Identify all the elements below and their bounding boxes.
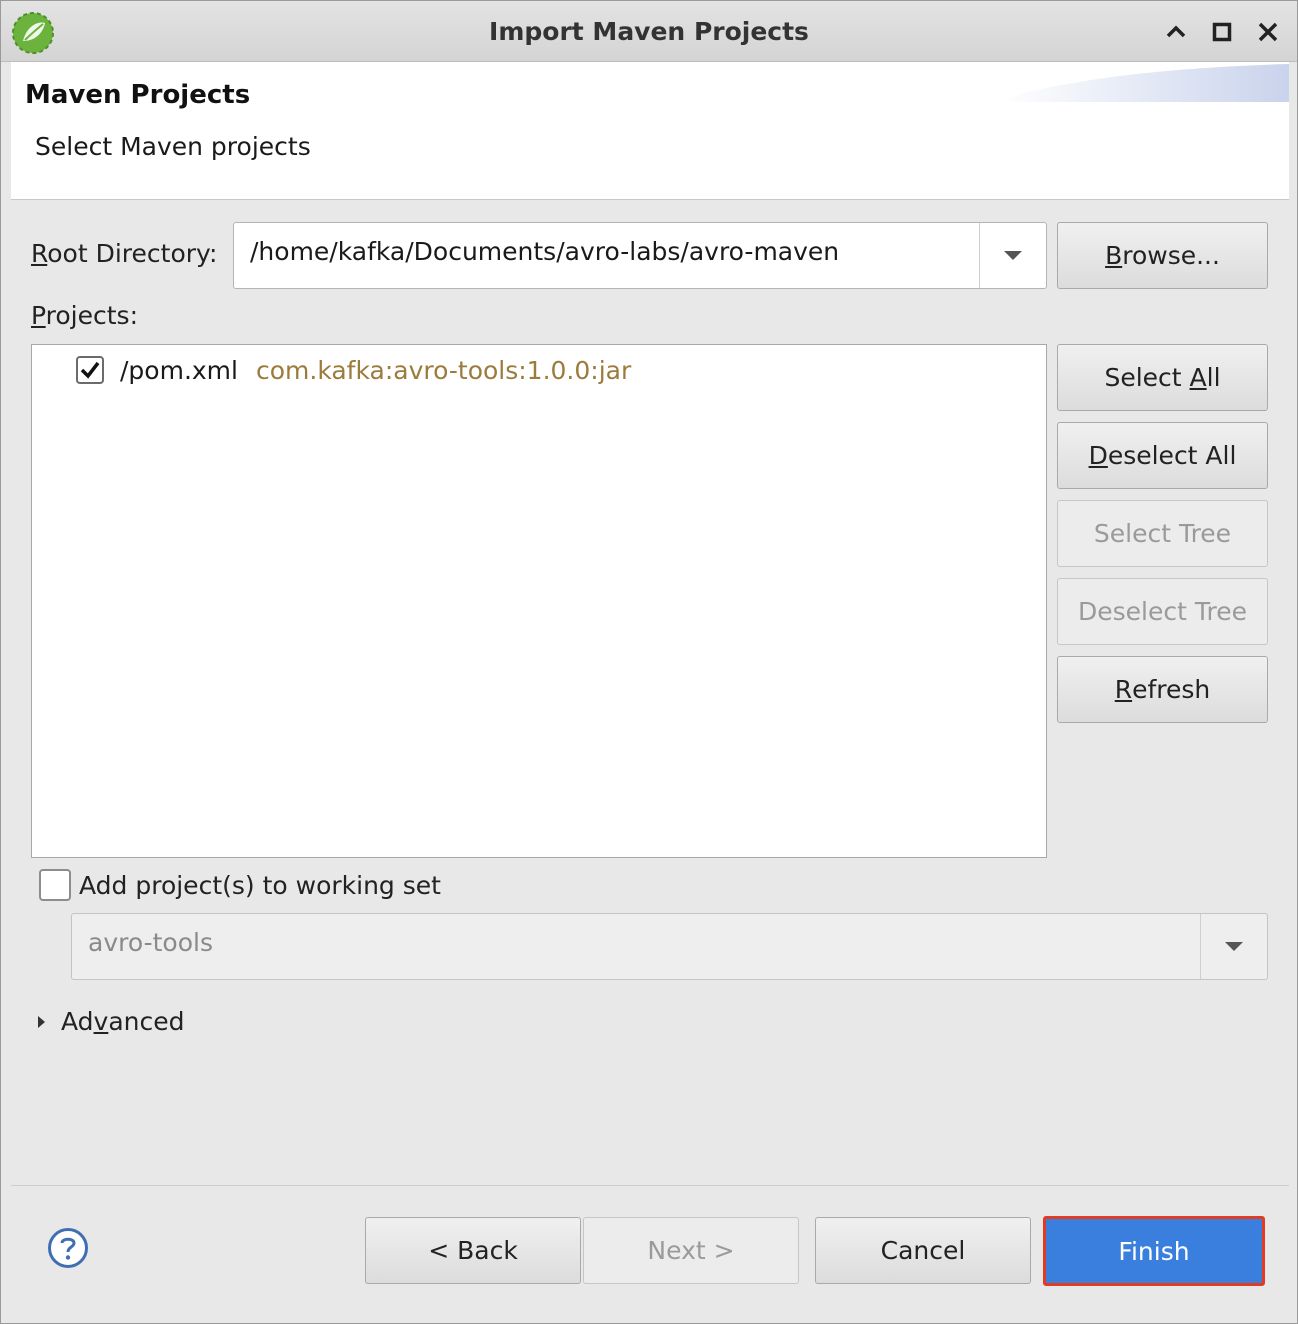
chevron-up-icon <box>1166 25 1186 38</box>
deselect-all-button[interactable]: Deselect All <box>1057 422 1268 489</box>
page-title: Maven Projects <box>25 80 251 110</box>
project-checkbox[interactable] <box>76 356 104 384</box>
browse-button[interactable]: Browse... <box>1057 222 1268 289</box>
import-maven-dialog: Import Maven Projects Maven Projects Sel… <box>0 0 1298 1324</box>
button-label: Select <box>1104 363 1190 392</box>
chevron-down-icon <box>1004 251 1022 260</box>
tree-row[interactable]: /pom.xml com.kafka:avro-tools:1.0.0:jar <box>76 353 631 387</box>
title-bar[interactable]: Import Maven Projects <box>1 1 1297 62</box>
close-button[interactable] <box>1253 17 1283 47</box>
label-text: oot Directory: <box>47 239 218 268</box>
page-subtitle: Select Maven projects <box>35 132 311 161</box>
projects-tree[interactable]: /pom.xml com.kafka:avro-tools:1.0.0:jar <box>31 344 1047 858</box>
mnemonic: D <box>1088 441 1108 470</box>
working-set-label: Add project(s) to working set <box>79 870 441 900</box>
label-text: anced <box>108 1007 185 1036</box>
button-label: eselect All <box>1107 441 1237 470</box>
footer-divider <box>11 1185 1289 1186</box>
chevron-down-icon <box>1225 942 1243 951</box>
mnemonic: R <box>31 239 48 268</box>
checkmark-icon <box>80 361 100 379</box>
maximize-icon <box>1212 22 1232 42</box>
button-label: ll <box>1206 363 1221 392</box>
select-all-button[interactable]: Select All <box>1057 344 1268 411</box>
root-directory-value[interactable]: /home/kafka/Documents/avro-labs/avro-mav… <box>250 237 839 266</box>
working-set-dropdown[interactable] <box>1200 914 1267 979</box>
label-text: Ad <box>61 1007 94 1036</box>
triangle-right-icon <box>38 1015 45 1028</box>
button-label: rowse... <box>1122 241 1220 270</box>
projects-label: Projects: <box>31 301 138 330</box>
project-coordinates: com.kafka:avro-tools:1.0.0:jar <box>255 355 632 385</box>
close-icon <box>1258 22 1278 42</box>
finish-button[interactable]: Finish <box>1043 1216 1265 1286</box>
button-label: efresh <box>1132 675 1211 704</box>
next-button[interactable]: Next > <box>583 1217 799 1284</box>
working-set-value: avro-tools <box>88 928 213 957</box>
mnemonic: P <box>31 301 46 330</box>
header-banner-graphic <box>999 64 1289 102</box>
deselect-tree-button[interactable]: Deselect Tree <box>1057 578 1268 645</box>
mnemonic: v <box>93 1007 109 1036</box>
refresh-button[interactable]: Refresh <box>1057 656 1268 723</box>
back-button[interactable]: < Back <box>365 1217 581 1284</box>
select-tree-button[interactable]: Select Tree <box>1057 500 1268 567</box>
wizard-header: Maven Projects Select Maven projects <box>11 62 1289 200</box>
working-set-checkbox[interactable] <box>39 869 71 901</box>
advanced-label: Advanced <box>61 1007 185 1036</box>
cancel-button[interactable]: Cancel <box>815 1217 1031 1284</box>
window-title: Import Maven Projects <box>489 17 809 46</box>
working-set-combo[interactable]: avro-tools <box>71 913 1268 980</box>
root-directory-label: Root Directory: <box>31 239 217 268</box>
mnemonic: A <box>1189 363 1207 392</box>
maximize-button[interactable] <box>1207 17 1237 47</box>
working-set-option[interactable]: Add project(s) to working set <box>39 869 441 901</box>
project-name: /pom.xml <box>120 355 238 385</box>
advanced-expander[interactable]: Advanced <box>35 1007 185 1036</box>
root-directory-combo[interactable]: /home/kafka/Documents/avro-labs/avro-mav… <box>233 222 1047 289</box>
mnemonic: R <box>1114 675 1133 704</box>
help-icon[interactable] <box>47 1227 89 1269</box>
label-text: rojects: <box>45 301 138 330</box>
root-directory-dropdown[interactable] <box>979 223 1046 288</box>
minimize-button[interactable] <box>1161 17 1191 47</box>
mnemonic: B <box>1105 241 1123 270</box>
